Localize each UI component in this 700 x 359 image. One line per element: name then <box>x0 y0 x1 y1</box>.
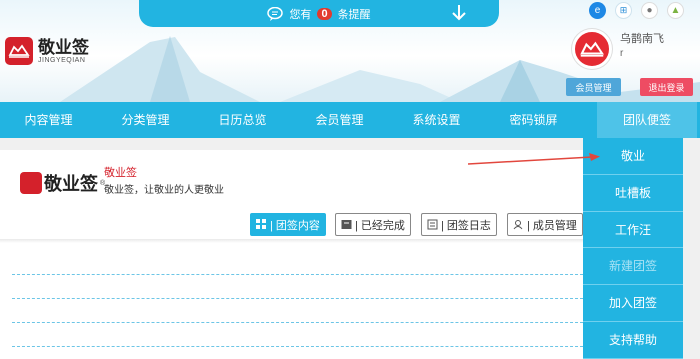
archive-icon <box>341 220 352 229</box>
divider <box>12 298 583 299</box>
apple-icon[interactable]: ● <box>641 2 658 19</box>
logo-icon <box>5 37 33 65</box>
team-description: 敬业签，让敬业的人更敬业 <box>104 185 224 196</box>
logout-button[interactable]: 退出登录 <box>640 78 693 96</box>
header: 您有 0 条提醒 敬业签 JINGYEQIAN e ⊞ ● ▲ 乌鹊南飞 r 会… <box>0 0 700 102</box>
tab-member-manage[interactable]: | 成员管理 <box>507 213 583 236</box>
divider <box>12 274 583 275</box>
ie-icon[interactable]: e <box>589 2 606 19</box>
tab-label: | 已经完成 <box>355 219 405 232</box>
logo-title: 敬业签 <box>38 37 89 57</box>
tab-label: | 团签内容 <box>270 219 320 232</box>
tab-completed[interactable]: | 已经完成 <box>335 213 411 236</box>
site-logo[interactable]: 敬业签 JINGYEQIAN <box>5 37 89 65</box>
grid-icon <box>256 219 266 229</box>
dropdown-item-help[interactable]: 支持帮助 <box>583 322 683 359</box>
team-notes-dropdown: 敬业 吐槽板 工作汪 新建团签 加入团签 支持帮助 <box>583 138 683 359</box>
notification-bar[interactable]: 您有 0 条提醒 <box>139 0 499 27</box>
team-logo: 敬业签 ® <box>20 170 105 196</box>
tab-label: | 成员管理 <box>527 219 577 232</box>
avatar[interactable] <box>572 29 612 69</box>
notify-suffix: 条提醒 <box>337 8 371 21</box>
annotation-arrow-icon <box>468 153 600 165</box>
main-nav: 内容管理 分类管理 日历总览 会员管理 系统设置 密码锁屏 团队便签 <box>0 102 700 138</box>
log-icon <box>427 219 438 230</box>
dropdown-item-new-team[interactable]: 新建团签 <box>583 248 683 286</box>
brand-mark-icon <box>20 172 42 194</box>
dropdown-item-gongzuowang[interactable]: 工作汪 <box>583 212 683 249</box>
member-manage-button[interactable]: 会员管理 <box>566 78 621 96</box>
android-icon[interactable]: ▲ <box>667 2 684 19</box>
notify-count-badge: 0 <box>317 7 332 20</box>
nav-category[interactable]: 分类管理 <box>97 102 194 138</box>
windows-icon[interactable]: ⊞ <box>615 2 632 19</box>
dropdown-item-tucaoban[interactable]: 吐槽板 <box>583 175 683 212</box>
members-icon <box>513 220 523 230</box>
nav-calendar[interactable]: 日历总览 <box>194 102 291 138</box>
tab-team-log[interactable]: | 团签日志 <box>421 213 497 236</box>
tab-team-content[interactable]: | 团签内容 <box>250 213 326 236</box>
team-title-link[interactable]: 敬业签 <box>104 164 137 180</box>
dropdown-item-join-team[interactable]: 加入团签 <box>583 285 683 322</box>
arrow-down-icon[interactable] <box>451 4 467 22</box>
nav-team-notes[interactable]: 团队便签 <box>597 102 697 138</box>
browser-links: e ⊞ ● ▲ <box>589 2 684 19</box>
divider <box>12 322 583 323</box>
nav-lock[interactable]: 密码锁屏 <box>485 102 582 138</box>
divider <box>12 346 583 347</box>
brand-name: 敬业签 <box>44 174 98 194</box>
nav-settings[interactable]: 系统设置 <box>388 102 485 138</box>
notify-prefix: 您有 <box>289 8 312 21</box>
tab-label: | 团签日志 <box>441 219 491 232</box>
logo-subtitle: JINGYEQIAN <box>38 56 86 64</box>
user-subtext: r <box>620 48 624 59</box>
chat-bubble-icon <box>267 6 284 21</box>
team-panel: 敬业签 ® <box>0 150 583 359</box>
nav-members[interactable]: 会员管理 <box>291 102 388 138</box>
divider <box>0 239 583 243</box>
username: 乌鹊南飞 <box>620 33 664 45</box>
nav-content[interactable]: 内容管理 <box>0 102 97 138</box>
